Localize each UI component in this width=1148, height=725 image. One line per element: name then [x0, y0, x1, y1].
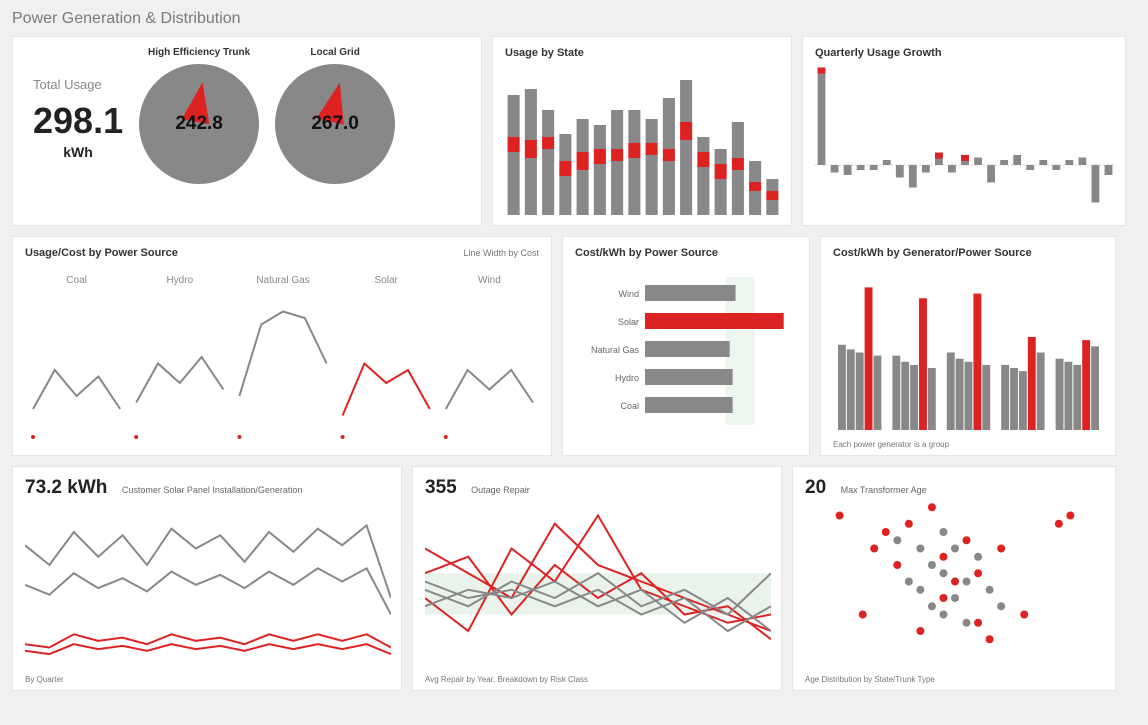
outage-label: Outage Repair [471, 485, 530, 495]
solar-foot: By Quarter [25, 675, 64, 684]
outage-foot: Avg Repair by Year, Breakdown by Risk Cl… [425, 675, 588, 684]
total-usage-unit: kWh [33, 144, 123, 160]
gauge1-value: 242.8 [175, 113, 223, 135]
gauge1-label: High Efficiency Trunk [139, 47, 259, 58]
svg-text:Coal: Coal [66, 275, 87, 286]
usage-cost-sub: Line Width by Cost [463, 248, 539, 258]
gauge-local-grid: Local Grid 267.0 [275, 47, 395, 184]
svg-text:Natural Gas: Natural Gas [256, 275, 309, 286]
chart-quarterly-growth [815, 65, 1115, 215]
usage-cost-title: Usage/Cost by Power Source [25, 247, 178, 259]
chart-usage-by-state [505, 65, 781, 215]
total-usage-block: Total Usage 298.1 kWh [25, 71, 123, 160]
panel-cost-kwh-generator: Cost/kWh by Generator/Power Source Each … [820, 236, 1116, 456]
page-title: Power Generation & Distribution [12, 10, 1136, 28]
panel-usage-cost-source: Usage/Cost by Power Source Line Width by… [12, 236, 552, 456]
total-usage-label: Total Usage [33, 77, 123, 92]
panel-quarterly-growth: Quarterly Usage Growth [802, 36, 1126, 226]
total-usage-value: 298.1 [33, 100, 123, 142]
svg-text:Coal: Coal [620, 401, 639, 411]
svg-text:Natural Gas: Natural Gas [591, 345, 640, 355]
panel-total-usage: Total Usage 298.1 kWh High Efficiency Tr… [12, 36, 482, 226]
chart-cost-kwh-source: Wind Solar Natural Gas Hydro Coal [575, 265, 799, 445]
svg-text:Solar: Solar [375, 275, 399, 286]
panel-cost-kwh-source: Cost/kWh by Power Source Wind Solar Natura… [562, 236, 810, 456]
solar-label: Customer Solar Panel Installation/Genera… [122, 485, 303, 495]
scatter-foot: Age Distribution by State/Trunk Type [805, 675, 935, 684]
svg-text:Wind: Wind [478, 275, 501, 286]
scatter-kpi: 20 [805, 477, 826, 499]
cost-gen-title: Cost/kWh by Generator/Power Source [833, 247, 1103, 259]
chart-transformer-age [805, 499, 1105, 664]
svg-text:Solar: Solar [618, 317, 639, 327]
panel-transformer-age: 20 Max Transformer Age Age Distribution … [792, 466, 1116, 691]
row-1: Total Usage 298.1 kWh High Efficiency Tr… [12, 36, 1136, 226]
row-3: 73.2 kWh Customer Solar Panel Installati… [12, 466, 1136, 691]
svg-text:Wind: Wind [618, 289, 639, 299]
panel-solar-install: 73.2 kWh Customer Solar Panel Installati… [12, 466, 402, 691]
svg-text:Hydro: Hydro [166, 275, 193, 286]
quarterly-growth-title: Quarterly Usage Growth [815, 47, 1113, 59]
cost-kwh-title: Cost/kWh by Power Source [575, 247, 797, 259]
chart-cost-kwh-generator [833, 265, 1105, 430]
svg-text:Hydro: Hydro [615, 373, 639, 383]
outage-kpi: 355 [425, 477, 457, 499]
chart-usage-cost-source: Coal Hydro Natural Gas Solar Wind [25, 265, 541, 445]
gauge2-value: 267.0 [311, 113, 359, 135]
solar-kpi: 73.2 kWh [25, 477, 107, 499]
scatter-label: Max Transformer Age [841, 485, 927, 495]
row-2: Usage/Cost by Power Source Line Width by… [12, 236, 1136, 456]
chart-solar-install [25, 499, 391, 664]
gauge2-label: Local Grid [275, 47, 395, 58]
chart-outage-repair [425, 499, 771, 664]
cost-gen-foot: Each power generator is a group [833, 440, 949, 449]
gauge-high-efficiency: High Efficiency Trunk 242.8 [139, 47, 259, 184]
usage-by-state-title: Usage by State [505, 47, 779, 59]
panel-outage-repair: 355 Outage Repair Avg Repair by Year, Br… [412, 466, 782, 691]
panel-usage-by-state: Usage by State [492, 36, 792, 226]
